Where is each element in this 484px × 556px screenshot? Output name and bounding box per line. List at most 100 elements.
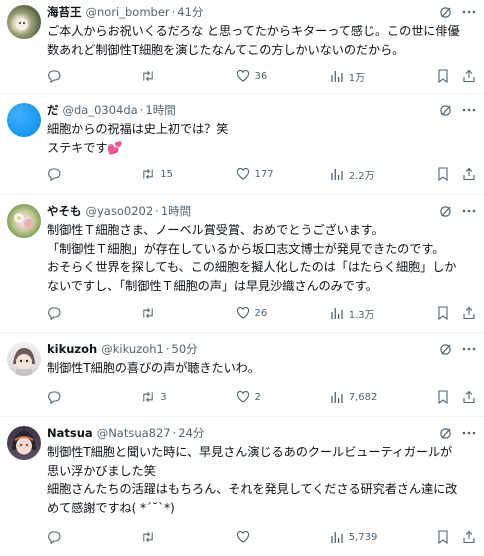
views-button[interactable]: 7,682	[330, 390, 424, 404]
repost-icon	[141, 167, 155, 181]
author-handle[interactable]: @yaso0202	[86, 203, 154, 219]
like-count: 36	[254, 70, 268, 82]
heart-icon	[236, 69, 250, 83]
separator-dot: ·	[172, 426, 177, 440]
author-name[interactable]: だ	[47, 102, 59, 118]
like-button[interactable]: 26	[236, 306, 330, 320]
author-handle[interactable]: @da_0304da	[63, 102, 138, 118]
bookmark-icon[interactable]	[436, 167, 450, 181]
reply-text: 細胞からの祝福は史上初では？笑 ステキです💕	[47, 122, 229, 155]
repost-icon	[141, 306, 155, 320]
separator-dot: ·	[155, 204, 159, 218]
grok-icon[interactable]	[438, 204, 452, 218]
more-options-icon[interactable]	[462, 103, 476, 117]
grok-icon[interactable]	[438, 342, 452, 356]
timestamp[interactable]: 24分	[178, 425, 204, 441]
share-icon[interactable]	[462, 167, 476, 181]
more-options-icon[interactable]	[462, 204, 476, 218]
author-handle[interactable]: @Natsua827	[97, 425, 171, 441]
avatar[interactable]	[7, 103, 41, 137]
heart-icon	[236, 306, 250, 320]
more-options-icon[interactable]	[462, 342, 476, 356]
repost-button[interactable]	[141, 69, 235, 83]
share-icon[interactable]	[462, 390, 476, 404]
timestamp[interactable]: 50分	[172, 341, 198, 357]
heart-icon	[236, 167, 250, 181]
reply-button[interactable]	[47, 530, 141, 544]
avatar[interactable]	[7, 426, 41, 460]
repost-button[interactable]	[141, 530, 235, 544]
more-options-icon[interactable]	[462, 5, 476, 19]
repost-button[interactable]: 15	[141, 167, 235, 181]
author-name[interactable]: やそも	[47, 203, 82, 219]
view-count: 1.3万	[348, 309, 375, 321]
views-icon	[330, 69, 344, 83]
bookmark-icon[interactable]	[436, 530, 450, 544]
separator-dot: ·	[165, 342, 170, 356]
reply-button[interactable]	[47, 390, 141, 404]
views-button[interactable]: 1万	[330, 69, 424, 84]
like-button[interactable]	[236, 530, 330, 544]
repost-button[interactable]: 3	[141, 390, 235, 404]
grok-icon[interactable]	[438, 5, 452, 19]
reply-button[interactable]	[47, 69, 141, 83]
repost-icon	[141, 69, 155, 83]
author-name[interactable]: Natsua	[47, 425, 93, 441]
reply-text: ご本人からお祝いくるだろな と思ってたからキターって感じ。この世に俳優 数あれど…	[47, 24, 460, 57]
bookmark-icon[interactable]	[436, 390, 450, 404]
reply-button[interactable]	[47, 306, 141, 320]
repost-icon	[141, 390, 155, 404]
author-handle[interactable]: @kikuzoh1	[101, 341, 164, 357]
timestamp[interactable]: 1時間	[161, 203, 191, 219]
like-button[interactable]: 2	[236, 390, 330, 404]
reply-item[interactable]: だ @da_0304da · 1時間 細胞からの祝福は史上初では？笑 ステキです…	[0, 94, 484, 195]
comment-icon	[47, 69, 61, 83]
like-count: 177	[254, 168, 274, 180]
author-handle[interactable]: @nori_bomber	[86, 4, 170, 20]
like-button[interactable]: 177	[236, 167, 330, 181]
comment-icon	[47, 390, 61, 404]
views-icon	[330, 390, 344, 404]
view-count: 7,682	[348, 391, 378, 403]
avatar[interactable]	[7, 5, 41, 39]
views-button[interactable]: 2.2万	[330, 167, 424, 182]
share-icon[interactable]	[462, 69, 476, 83]
share-icon[interactable]	[462, 530, 476, 544]
share-icon[interactable]	[462, 306, 476, 320]
views-button[interactable]: 5,739	[330, 530, 424, 544]
heart-icon	[236, 530, 250, 544]
heart-icon	[236, 390, 250, 404]
comment-icon	[47, 167, 61, 181]
bookmark-icon[interactable]	[436, 69, 450, 83]
grok-icon[interactable]	[438, 426, 452, 440]
views-icon	[330, 530, 344, 544]
repost-icon	[141, 530, 155, 544]
repost-button[interactable]	[141, 306, 235, 320]
view-count: 5,739	[348, 531, 378, 543]
bookmark-icon[interactable]	[436, 306, 450, 320]
reply-item[interactable]: kikuzoh @kikuzoh1 · 50分 制御性T細胞の喜びの声が聴きたい…	[0, 333, 484, 417]
views-button[interactable]: 1.3万	[330, 306, 424, 321]
reply-text: 制御性Ｔ細胞さま、ノーベル賞受賞、おめでとうございます。 「制御性Ｔ細胞」が存在…	[47, 223, 457, 293]
grok-icon[interactable]	[438, 103, 452, 117]
repost-count: 15	[160, 168, 173, 180]
reply-text: 制御性T細胞の喜びの声が聴きたいわ。	[47, 361, 260, 375]
reply-item[interactable]: 海苔王 @nori_bomber · 41分 ご本人からお祝いくるだろな と思っ…	[0, 0, 484, 94]
author-name[interactable]: 海苔王	[47, 4, 82, 20]
avatar[interactable]	[7, 204, 41, 238]
view-count: 2.2万	[348, 170, 375, 182]
comment-icon	[47, 306, 61, 320]
view-count: 1万	[348, 72, 366, 84]
like-button[interactable]: 36	[236, 69, 330, 83]
reply-item[interactable]: やそも @yaso0202 · 1時間 制御性Ｔ細胞さま、ノーベル賞受賞、おめで…	[0, 195, 484, 333]
reply-item[interactable]: Natsua @Natsua827 · 24分 制御性T細胞と聞いた時に、早見さ…	[0, 417, 484, 556]
timestamp[interactable]: 1時間	[145, 102, 175, 118]
repost-count: 3	[160, 391, 167, 403]
avatar[interactable]	[7, 342, 41, 376]
author-name[interactable]: kikuzoh	[47, 341, 97, 357]
reply-button[interactable]	[47, 167, 141, 181]
like-count: 26	[254, 307, 268, 319]
reply-text: 制御性T細胞と聞いた時に、早見さん演じるあのクールビューティガールが 思い浮かび…	[47, 445, 458, 515]
more-options-icon[interactable]	[462, 426, 476, 440]
timestamp[interactable]: 41分	[177, 4, 203, 20]
